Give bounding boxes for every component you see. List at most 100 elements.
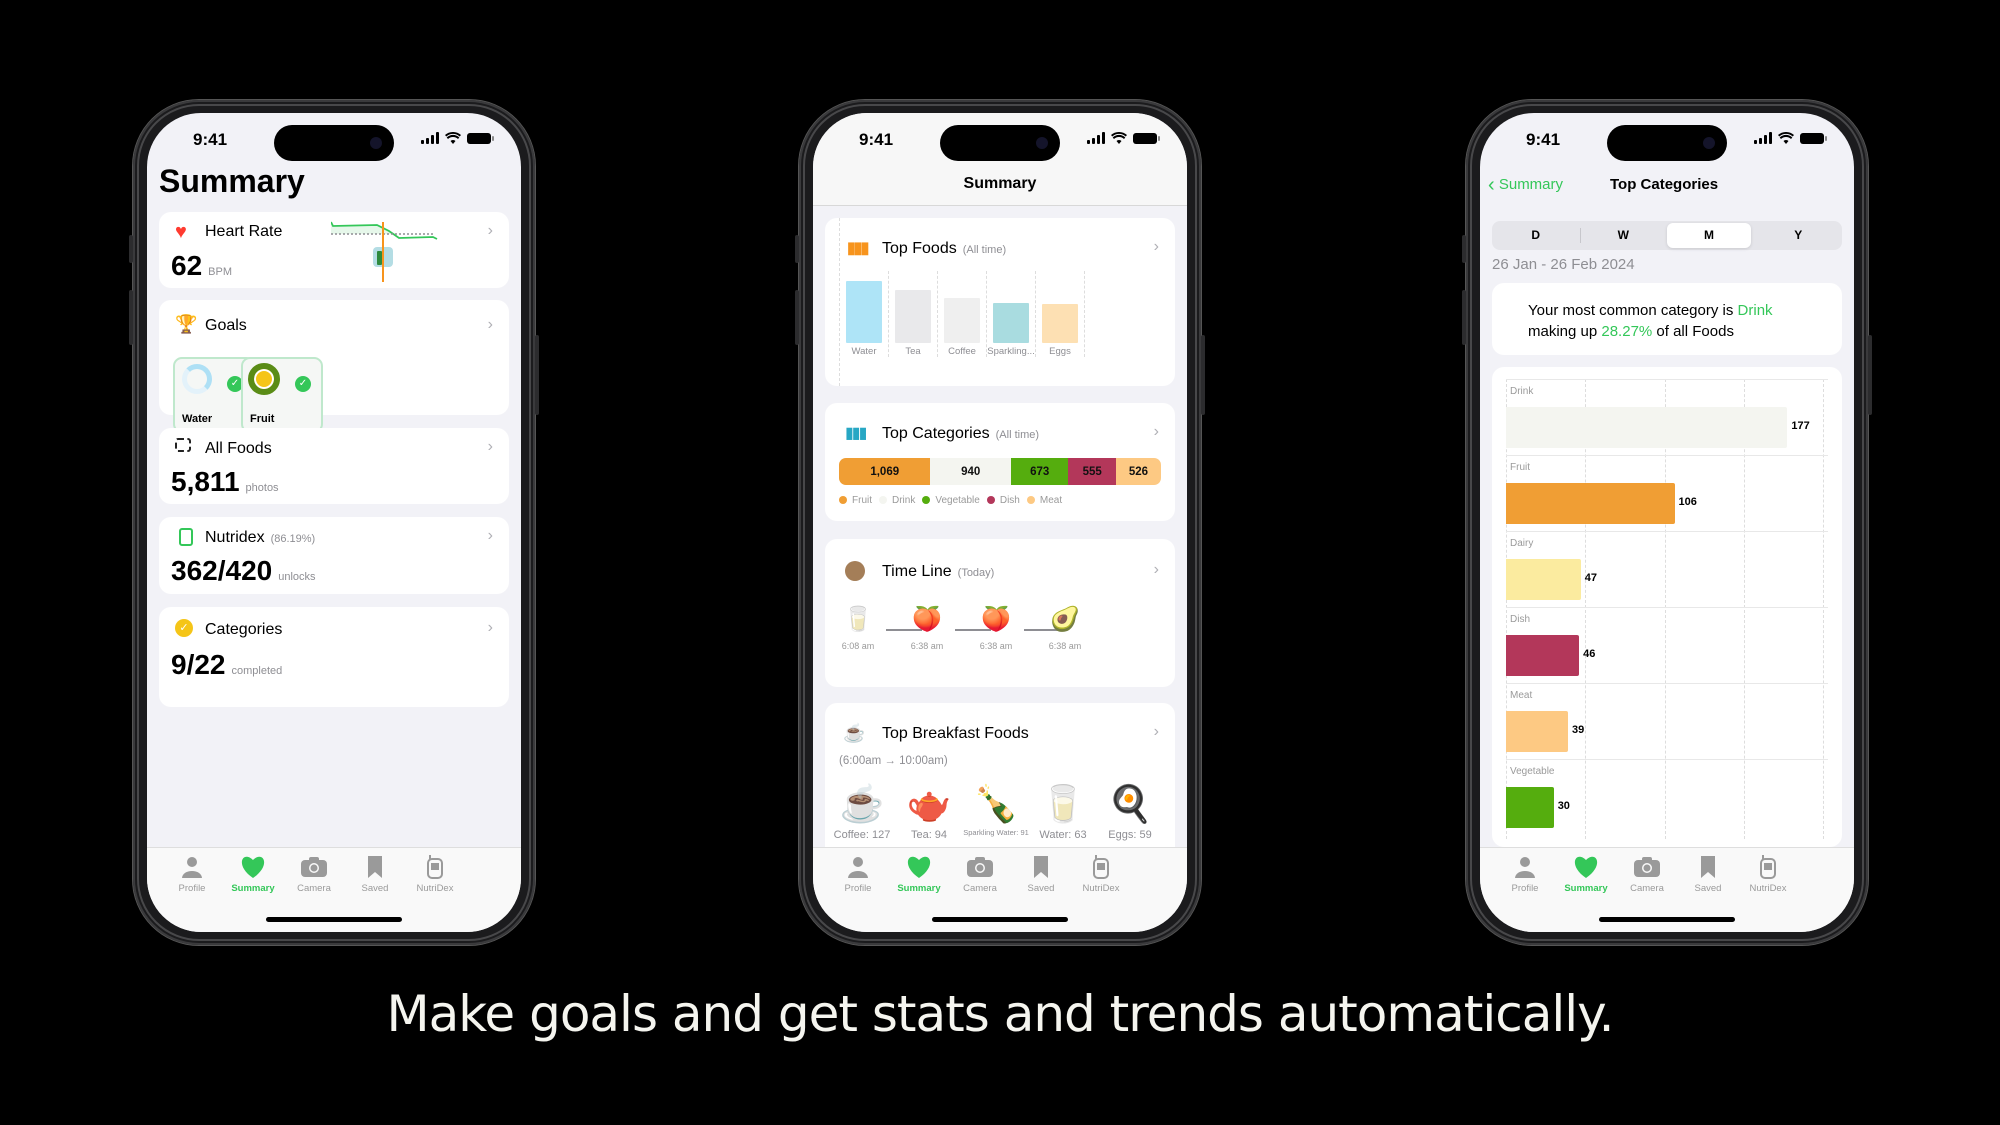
period-segmented-control: D W M Y (1492, 221, 1842, 250)
tab-label: Camera (297, 883, 331, 894)
top-food-column: Coffee (938, 271, 987, 357)
tab-camera[interactable]: Camera (1617, 854, 1677, 894)
legend-item: Dish (986, 495, 1020, 506)
tab-profile[interactable]: Profile (828, 854, 888, 894)
bar-drink[interactable] (1506, 407, 1788, 448)
tab-nutridex[interactable]: NutriDex (1071, 854, 1131, 894)
screen: 9:41 Summary ▮▮▮ Top Foods (All time) › W… (813, 113, 1187, 932)
tab-label: Camera (963, 883, 997, 894)
timeline-time: 6:38 am (979, 641, 1013, 651)
timeline-time: 6:38 am (1048, 641, 1082, 651)
top-food-bar (1042, 304, 1078, 343)
timeline-item[interactable]: 🥛 6:08 am (833, 605, 883, 651)
tab-label: Saved (1694, 883, 1722, 894)
top-food-label: Tea (905, 346, 921, 357)
card-title: Heart Rate (205, 223, 283, 240)
legend-item: Vegetable (922, 495, 980, 506)
tab-label: NutriDex (1749, 883, 1787, 894)
categories-card[interactable]: ✓ Categories › 9/22 completed (159, 607, 509, 707)
timeline-item[interactable]: 🍑 6:38 am (971, 605, 1021, 651)
bookmark-icon (1011, 854, 1071, 880)
tab-summary[interactable]: Summary (1556, 854, 1616, 894)
action-button (1462, 235, 1466, 263)
nutridex-percent: (86.19%) (270, 533, 316, 545)
breakfast-item[interactable]: 🫖 Tea: 94 (896, 779, 962, 841)
time-line-card[interactable]: Time Line (Today) › 🥛 6:08 am 🍑 6:38 am 🍑 6:38… (825, 539, 1175, 687)
food-image: 🍳 (1107, 783, 1153, 824)
power-button (535, 335, 539, 415)
segment-year[interactable]: Y (1755, 223, 1843, 248)
tab-profile[interactable]: Profile (162, 854, 222, 894)
tab-nutridex[interactable]: NutriDex (405, 854, 465, 894)
legend-dot (986, 496, 995, 504)
timeline-item[interactable]: 🍑 6:38 am (902, 605, 952, 651)
bar-value-label: 46 (1583, 648, 1596, 660)
nutridex-card[interactable]: Nutridex (86.19%) › 362/420 unlocks (159, 517, 509, 594)
breakfast-item[interactable]: 🥛 Water: 63 (1030, 779, 1096, 841)
tab-saved[interactable]: Saved (1678, 854, 1738, 894)
chevron-right-icon: › (487, 619, 493, 636)
bar-dish[interactable] (1506, 635, 1580, 676)
tab-camera[interactable]: Camera (284, 854, 344, 894)
insight-text: making up (1528, 323, 1602, 340)
top-categories-card[interactable]: ▮▮▮ Top Categories (All time) › 1,069 940 6… (825, 403, 1175, 521)
segment-day[interactable]: D (1492, 223, 1580, 248)
card-subtitle: (All time) (995, 429, 1040, 441)
chevron-right-icon: › (487, 222, 493, 239)
back-button[interactable]: ‹ Summary (1488, 174, 1563, 197)
chevron-right-icon: › (1153, 561, 1159, 578)
date-range: 26 Jan - 26 Feb 2024 (1492, 256, 1635, 273)
insight-text: Your most common category is (1528, 302, 1738, 319)
chevron-right-icon: › (487, 438, 493, 455)
tab-summary[interactable]: Summary (223, 854, 283, 894)
battery-icon (1133, 132, 1160, 144)
food-image: 🍑 (981, 606, 1011, 633)
tab-profile[interactable]: Profile (1495, 854, 1555, 894)
timeline-time: 6:08 am (841, 641, 875, 651)
trophy-icon: 🏆 (175, 314, 198, 334)
tab-nutridex[interactable]: NutriDex (1738, 854, 1798, 894)
legend-item: Meat (1026, 495, 1062, 506)
heart-rate-card[interactable]: ♥ Heart Rate › 62 BPM (159, 212, 509, 288)
tab-label: Camera (1630, 883, 1664, 894)
status-bar: 9:41 (147, 113, 521, 167)
segment-week[interactable]: W (1580, 223, 1668, 248)
heart-icon (889, 854, 949, 880)
heart-icon (1556, 854, 1616, 880)
all-foods-card[interactable]: All Foods › 5,811 photos (159, 428, 509, 504)
tab-label: Profile (1511, 883, 1539, 894)
bar-row: Vegetable 30 (1506, 759, 1828, 835)
tab-summary[interactable]: Summary (889, 854, 949, 894)
tab-saved[interactable]: Saved (1011, 854, 1071, 894)
category-segment-meat: 526 (1115, 458, 1161, 485)
bar-vegetable[interactable] (1506, 787, 1554, 828)
breakfast-item[interactable]: 🍾 Sparkling Water: 91 (963, 779, 1029, 837)
fruit-progress-ring (248, 363, 280, 395)
bar-fruit[interactable] (1506, 483, 1675, 524)
goal-label: Fruit (250, 413, 275, 425)
bar-category-label: Meat (1510, 690, 1533, 701)
action-button (795, 235, 799, 263)
breakfast-item[interactable]: ☕ Coffee: 127 (829, 779, 895, 841)
nutridex-value: 362/420 (171, 555, 273, 586)
legend-label: Dish (999, 495, 1020, 506)
marketing-caption: Make goals and get stats and trends auto… (386, 985, 1614, 1043)
breakfast-item[interactable]: 🍳 Eggs: 59 (1097, 779, 1163, 841)
status-time: 9:41 (1526, 130, 1561, 149)
goals-card[interactable]: 🏆 Goals › ✓ Water ✓ Fruit (159, 300, 509, 433)
bar-meat[interactable] (1506, 711, 1568, 752)
tab-camera[interactable]: Camera (950, 854, 1010, 894)
signal-icon (1754, 132, 1772, 144)
top-food-column: Water (840, 271, 889, 357)
category-segment-vegetable: 673 (1010, 458, 1069, 485)
segment-month[interactable]: M (1667, 223, 1751, 248)
tab-saved[interactable]: Saved (345, 854, 405, 894)
status-bar: 9:41 (1480, 113, 1854, 167)
insight-card: Your most common category is Drink makin… (1492, 283, 1842, 355)
top-foods-card[interactable]: ▮▮▮ Top Foods (All time) › Water Tea Coffee… (825, 218, 1175, 386)
food-image: 🍾 (973, 783, 1019, 824)
timeline-item[interactable]: 🥑 6:38 am (1040, 605, 1090, 651)
bar-dairy[interactable] (1506, 559, 1581, 600)
goal-fruit[interactable]: ✓ Fruit (241, 357, 323, 433)
category-segment-dish: 555 (1068, 458, 1116, 485)
